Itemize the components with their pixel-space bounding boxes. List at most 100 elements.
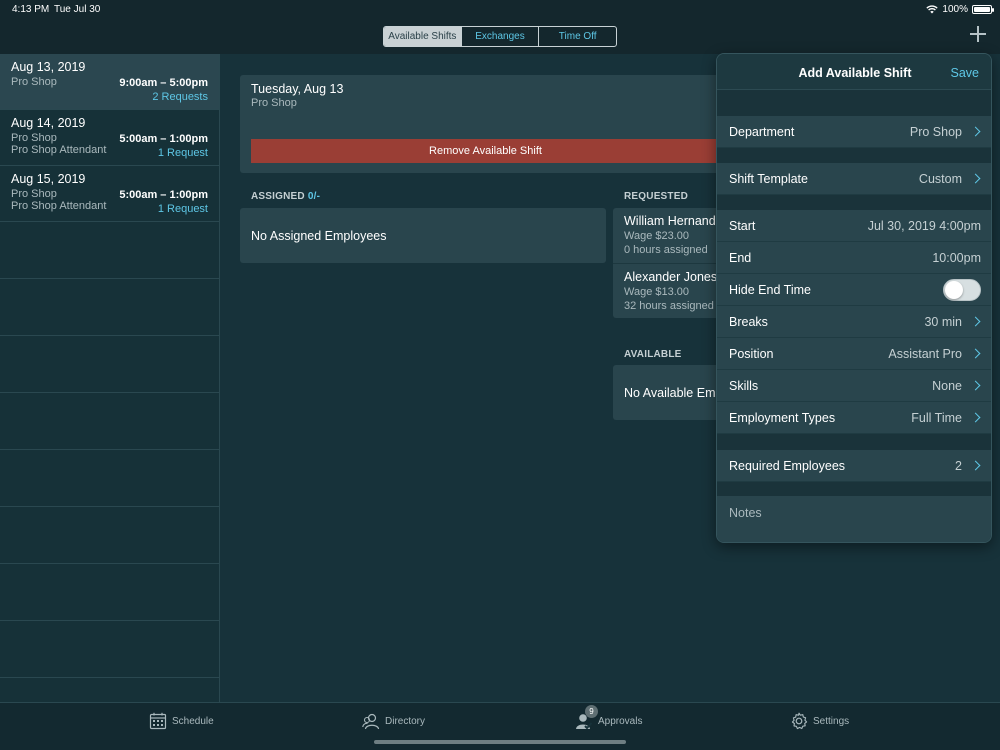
row-value: Pro Shop [909, 124, 962, 139]
skills-row[interactable]: Skills None [717, 370, 991, 402]
hide-end-time-row: Hide End Time [717, 274, 991, 306]
shift-list: Aug 13, 2019 Pro Shop 9:00am – 5:00pm 2 … [0, 54, 220, 702]
row-value: 30 min [924, 314, 962, 329]
assigned-section-label: ASSIGNED 0/- [251, 191, 320, 202]
empty-row [0, 450, 219, 507]
empty-row [0, 564, 219, 621]
row-label: Start [729, 218, 756, 233]
department-row[interactable]: Department Pro Shop [717, 116, 991, 148]
shift-time: 9:00am – 5:00pm [119, 77, 208, 89]
employee-wage: Wage $23.00 [624, 230, 690, 242]
tab-label: Approvals [598, 715, 643, 727]
tab-label: Schedule [172, 715, 214, 727]
chevron-right-icon [970, 380, 981, 391]
requested-card: William Hernandez Wage $23.00 0 hours as… [613, 208, 723, 318]
employee-wage: Wage $13.00 [624, 286, 690, 298]
chevron-right-icon [970, 348, 981, 359]
employee-name: William Hernandez [624, 214, 723, 228]
empty-row [0, 393, 219, 450]
shift-list-item[interactable]: Aug 15, 2019 Pro Shop Pro Shop Attendant… [0, 166, 219, 222]
row-value: 2 [955, 458, 962, 473]
wifi-icon [926, 5, 939, 14]
row-label: Department [729, 124, 795, 139]
status-date: Tue Jul 30 [54, 4, 101, 15]
empty-row [0, 507, 219, 564]
tab-schedule[interactable]: Schedule [149, 712, 214, 730]
requested-employee[interactable]: William Hernandez Wage $23.00 0 hours as… [624, 214, 723, 256]
people-icon [362, 713, 380, 730]
shift-requests: 1 Request [157, 203, 208, 215]
row-value: None [932, 378, 962, 393]
shift-template-row[interactable]: Shift Template Custom [717, 163, 991, 195]
shift-date: Aug 15, 2019 [11, 172, 86, 186]
status-time: 4:13 PM [12, 4, 50, 15]
shift-time: 5:00am – 1:00pm [119, 189, 208, 201]
row-value: Assistant Pro [888, 346, 962, 361]
battery-icon [972, 5, 994, 14]
notes-field[interactable]: Notes [717, 496, 991, 542]
calendar-icon [149, 712, 167, 730]
hide-end-time-toggle[interactable] [943, 278, 981, 301]
save-button[interactable]: Save [951, 66, 980, 80]
top-nav: Available Shifts Exchanges Time Off [0, 20, 1000, 54]
shift-requests: 1 Request [157, 147, 208, 159]
row-value: 10:00pm [932, 250, 981, 265]
row-value: Custom [918, 171, 962, 186]
row-label: Required Employees [729, 458, 846, 473]
battery-percent: 100% [942, 4, 968, 15]
assigned-label: ASSIGNED [251, 191, 305, 202]
approvals-badge: 9 [585, 705, 598, 718]
shift-date: Aug 13, 2019 [11, 60, 86, 74]
shift-requests: 2 Requests [152, 91, 208, 103]
row-value: Jul 30, 2019 4:00pm [867, 218, 981, 233]
tab-label: Settings [813, 715, 850, 727]
shift-list-item[interactable]: Aug 13, 2019 Pro Shop 9:00am – 5:00pm 2 … [0, 54, 219, 110]
breaks-row[interactable]: Breaks 30 min [717, 306, 991, 338]
popover-header: Add Available Shift Save [717, 54, 991, 90]
tab-approvals[interactable]: 9 Approvals [575, 705, 643, 730]
position-row[interactable]: Position Assistant Pro [717, 338, 991, 370]
detail-subtitle: Pro Shop [251, 97, 297, 109]
divider [613, 263, 723, 264]
employee-hours: 32 hours assigned [624, 300, 714, 312]
segment-exchanges[interactable]: Exchanges [462, 27, 540, 46]
assigned-card: No Assigned Employees [240, 208, 606, 263]
segment-available-shifts[interactable]: Available Shifts [384, 27, 462, 46]
chevron-right-icon [970, 460, 981, 471]
employment-types-row[interactable]: Employment Types Full Time [717, 402, 991, 434]
available-empty-text: No Available Employees [624, 386, 723, 400]
requested-employee[interactable]: Alexander Jones Wage $13.00 32 hours ass… [624, 270, 723, 312]
tab-settings[interactable]: Settings [790, 712, 849, 730]
empty-row [0, 621, 219, 678]
shift-detail-card: Tuesday, Aug 13 Pro Shop Remove Availabl… [240, 75, 720, 173]
available-section-label: AVAILABLE [624, 349, 682, 360]
segmented-control: Available Shifts Exchanges Time Off [383, 26, 617, 47]
end-row[interactable]: End 10:00pm [717, 242, 991, 274]
required-employees-row[interactable]: Required Employees 2 [717, 450, 991, 482]
row-label: Employment Types [729, 410, 836, 425]
row-value: Full Time [911, 410, 962, 425]
empty-row [0, 279, 219, 336]
tab-directory[interactable]: Directory [362, 712, 425, 730]
row-label: Shift Template [729, 171, 808, 186]
row-label: Skills [729, 378, 759, 393]
detail-title: Tuesday, Aug 13 [251, 82, 344, 96]
chevron-right-icon [970, 316, 981, 327]
row-label: End [729, 250, 752, 265]
shift-list-item[interactable]: Aug 14, 2019 Pro Shop Pro Shop Attendant… [0, 110, 219, 166]
segment-time-off[interactable]: Time Off [539, 27, 616, 46]
employee-name: Alexander Jones [624, 270, 718, 284]
chevron-right-icon [970, 173, 981, 184]
remove-shift-button[interactable]: Remove Available Shift [251, 139, 720, 163]
status-right: 100% [926, 4, 994, 15]
start-row[interactable]: Start Jul 30, 2019 4:00pm [717, 210, 991, 242]
row-label: Hide End Time [729, 282, 811, 297]
available-card: No Available Employees [613, 365, 723, 420]
assigned-count: 0/- [307, 191, 321, 202]
add-icon[interactable] [970, 26, 986, 42]
requested-section-label: REQUESTED [624, 191, 689, 202]
shift-time: 5:00am – 1:00pm [119, 133, 208, 145]
empty-row [0, 222, 219, 279]
chevron-right-icon [970, 412, 981, 423]
assigned-empty-text: No Assigned Employees [251, 229, 387, 243]
